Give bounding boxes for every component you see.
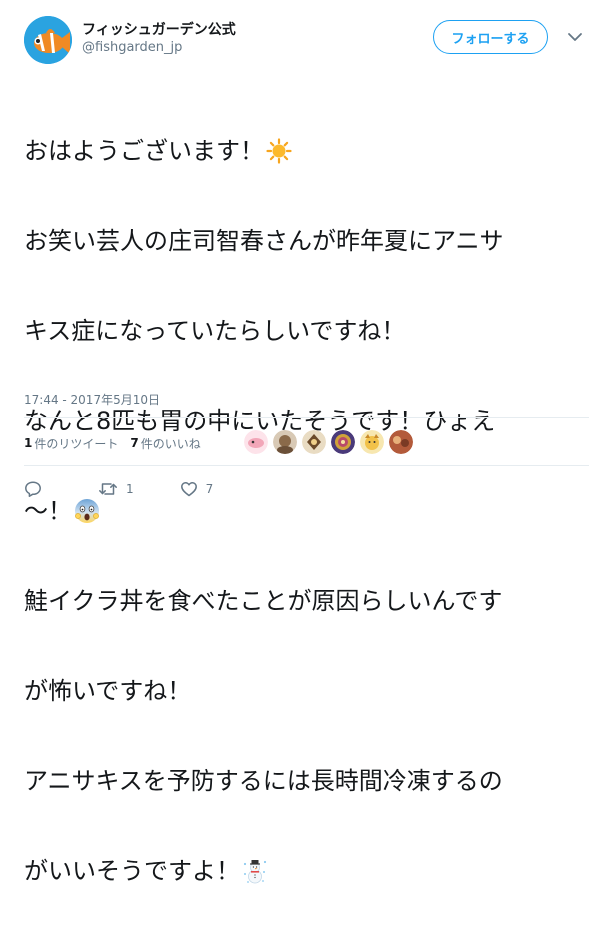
tweet-line: おはようございます！ bbox=[24, 136, 589, 166]
screaming-face-emoji-icon bbox=[75, 499, 99, 523]
like-button[interactable]: 7 bbox=[180, 480, 214, 498]
clownfish-icon bbox=[24, 16, 72, 64]
avatar-icon bbox=[331, 430, 355, 454]
tweet-actions: 1 7 bbox=[24, 478, 213, 500]
avatar-icon bbox=[360, 430, 384, 454]
sun-emoji-icon bbox=[266, 138, 292, 164]
liker-avatar[interactable] bbox=[389, 430, 413, 454]
chevron-down-icon[interactable] bbox=[567, 31, 583, 43]
tweet-line: アニサキスを予防するには長時間冷凍するの bbox=[24, 767, 503, 795]
tweet-line: がいいそうですよ！ bbox=[24, 856, 589, 886]
liker-avatar[interactable] bbox=[302, 430, 326, 454]
liker-avatar[interactable] bbox=[273, 430, 297, 454]
like-stat[interactable]: 7 件のいいね bbox=[130, 435, 200, 452]
tweet-line: お笑い芸人の庄司智春さんが昨年夏にアニサ bbox=[24, 227, 504, 255]
reply-button[interactable] bbox=[24, 480, 50, 498]
tweet-line: キス症になっていたらしいですね！ bbox=[24, 317, 406, 345]
engagement-stats: 1 件のリツイート 7 件のいいね bbox=[24, 433, 201, 453]
divider bbox=[24, 417, 589, 418]
divider bbox=[24, 465, 589, 466]
retweet-icon bbox=[99, 483, 117, 495]
display-name[interactable]: フィッシュガーデン公式 bbox=[82, 19, 236, 39]
tweet-line: が怖いですね！ bbox=[24, 677, 192, 705]
tweet-line: 〜！ bbox=[24, 496, 589, 526]
liker-avatar[interactable] bbox=[360, 430, 384, 454]
retweet-count: 1 bbox=[126, 482, 134, 496]
retweet-stat[interactable]: 1 件のリツイート bbox=[24, 435, 118, 452]
avatar-icon bbox=[273, 430, 297, 454]
heart-icon bbox=[180, 482, 197, 497]
avatar[interactable] bbox=[24, 16, 72, 64]
avatar-icon bbox=[244, 430, 268, 454]
avatar-icon bbox=[302, 430, 326, 454]
tweet-timestamp[interactable]: 17:44 - 2017年5月10日 bbox=[24, 391, 160, 408]
liker-avatar[interactable] bbox=[244, 430, 268, 454]
user-handle[interactable]: @fishgarden_jp bbox=[82, 40, 182, 55]
follow-button[interactable]: フォローする bbox=[433, 20, 548, 54]
liker-avatar[interactable] bbox=[331, 430, 355, 454]
reply-icon bbox=[25, 481, 41, 497]
tweet-line: 鮭イクラ丼を食べたことが原因らしいんです bbox=[24, 587, 503, 615]
retweet-button[interactable]: 1 bbox=[98, 480, 134, 498]
like-count: 7 bbox=[205, 482, 214, 496]
avatar-icon bbox=[389, 430, 413, 454]
liker-avatars bbox=[244, 430, 418, 454]
tweet-card: フィッシュガーデン公式 @fishgarden_jp フォローする おはようござ… bbox=[0, 0, 607, 885]
tweet-text: おはようございます！ お笑い芸人の庄司智春さんが昨年夏にアニサ キス症になってい… bbox=[24, 76, 589, 946]
snowman-emoji-icon bbox=[243, 860, 267, 884]
